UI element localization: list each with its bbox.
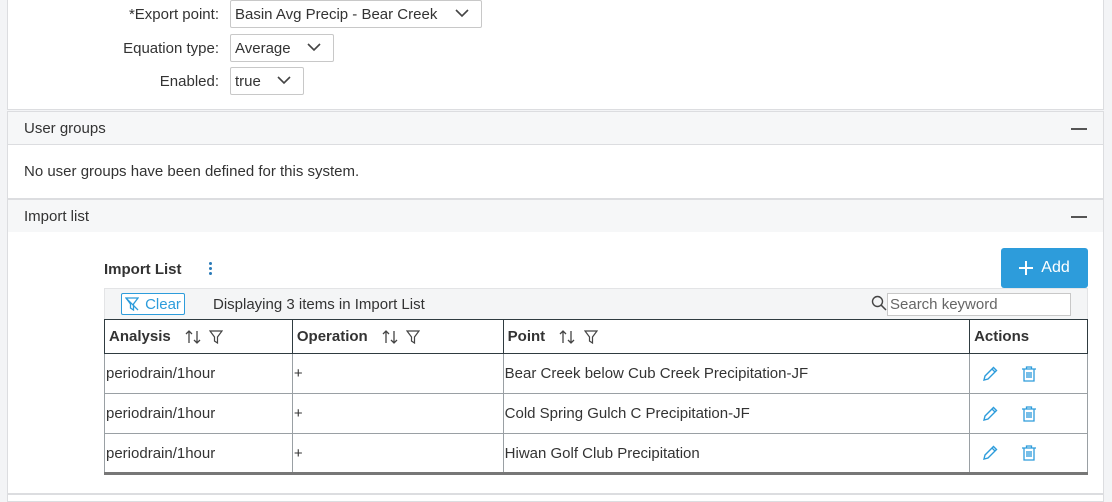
cell-operation: + — [291, 353, 504, 394]
column-label: Operation — [296, 327, 368, 345]
grid-toolbar: Clear Displaying 3 items in Import List — [104, 288, 1088, 320]
column-header-operation[interactable]: Operation — [291, 319, 504, 354]
enabled-row: Enabled: true — [8, 67, 1103, 95]
minus-icon[interactable] — [1071, 128, 1087, 130]
filter-clear-icon — [125, 297, 140, 311]
cell-analysis: periodrain/1hour — [104, 433, 293, 474]
filter-icon[interactable] — [209, 330, 224, 345]
cell-point: Cold Spring Gulch C Precipitation-JF — [502, 393, 971, 434]
equation-type-value: Average — [235, 39, 291, 57]
import-list-section-title: Import list — [24, 207, 90, 225]
cell-actions — [969, 393, 1088, 434]
search-input[interactable] — [887, 293, 1071, 316]
clear-label: Clear — [145, 295, 181, 313]
enabled-value: true — [235, 72, 261, 90]
next-section-edge — [7, 494, 1104, 502]
cell-operation: + — [291, 433, 504, 474]
column-header-actions: Actions — [969, 319, 1088, 354]
trash-icon[interactable] — [1021, 444, 1037, 462]
enabled-select[interactable]: true — [230, 67, 304, 95]
equation-type-row: Equation type: Average — [8, 34, 1103, 62]
export-point-value: Basin Avg Precip - Bear Creek — [235, 5, 438, 23]
table-row[interactable]: periodrain/1hour + Hiwan Golf Club Preci… — [104, 433, 1088, 474]
plus-icon — [1019, 261, 1034, 275]
import-list-body: Import List Add Clear Displaying 3 items… — [7, 232, 1104, 494]
filter-icon[interactable] — [583, 330, 598, 345]
cell-actions — [969, 353, 1088, 394]
add-button-label: Add — [1041, 259, 1070, 276]
sort-icon[interactable] — [185, 329, 201, 345]
table-row[interactable]: periodrain/1hour + Cold Spring Gulch C P… — [104, 393, 1088, 434]
minus-icon[interactable] — [1071, 216, 1087, 218]
equation-type-label: Equation type: — [123, 40, 219, 57]
cell-operation: + — [291, 393, 504, 434]
export-point-select[interactable]: Basin Avg Precip - Bear Creek — [230, 0, 482, 28]
user-groups-empty-text: No user groups have been defined for thi… — [24, 163, 360, 180]
sort-icon[interactable] — [382, 329, 398, 345]
cell-actions — [969, 433, 1088, 474]
clear-filter-button[interactable]: Clear — [121, 293, 185, 315]
chevron-down-icon — [307, 43, 321, 52]
column-label: Point — [507, 327, 546, 345]
kebab-menu-icon[interactable] — [206, 260, 214, 278]
filter-icon[interactable] — [406, 330, 421, 345]
search-icon — [871, 295, 887, 311]
pencil-icon[interactable] — [981, 405, 999, 423]
column-header-analysis[interactable]: Analysis — [104, 319, 293, 354]
user-groups-body: No user groups have been defined for thi… — [7, 145, 1104, 199]
sort-icon[interactable] — [559, 329, 575, 345]
import-list-header[interactable]: Import list — [7, 199, 1104, 233]
import-list-title: Import List — [104, 261, 182, 278]
pencil-icon[interactable] — [981, 365, 999, 383]
user-groups-header[interactable]: User groups — [7, 111, 1104, 145]
import-list-table: Analysis Operation Point Actions periodr… — [104, 319, 1088, 475]
cell-point: Bear Creek below Cub Creek Precipitation… — [502, 353, 971, 394]
export-point-label: *Export point: — [128, 6, 219, 23]
trash-icon[interactable] — [1021, 365, 1037, 383]
user-groups-title: User groups — [24, 119, 106, 137]
display-count-text: Displaying 3 items in Import List — [213, 296, 425, 313]
table-row[interactable]: periodrain/1hour + Bear Creek below Cub … — [104, 353, 1088, 394]
column-label: Actions — [974, 328, 1030, 345]
chevron-down-icon — [277, 76, 291, 85]
cell-analysis: periodrain/1hour — [104, 353, 293, 394]
pencil-icon[interactable] — [981, 444, 999, 462]
cell-analysis: periodrain/1hour — [104, 393, 293, 434]
trash-icon[interactable] — [1021, 405, 1037, 423]
column-header-point[interactable]: Point — [502, 319, 971, 354]
cell-point: Hiwan Golf Club Precipitation — [502, 433, 971, 474]
equation-type-select[interactable]: Average — [230, 34, 334, 62]
system-form-panel: *Export point: Basin Avg Precip - Bear C… — [7, 0, 1104, 110]
enabled-label: Enabled: — [159, 73, 219, 90]
add-button[interactable]: Add — [1001, 248, 1088, 288]
chevron-down-icon — [455, 9, 469, 18]
column-label: Analysis — [109, 327, 171, 345]
export-point-row: *Export point: Basin Avg Precip - Bear C… — [8, 0, 1103, 28]
table-header-row: Analysis Operation Point Actions — [104, 319, 1088, 354]
